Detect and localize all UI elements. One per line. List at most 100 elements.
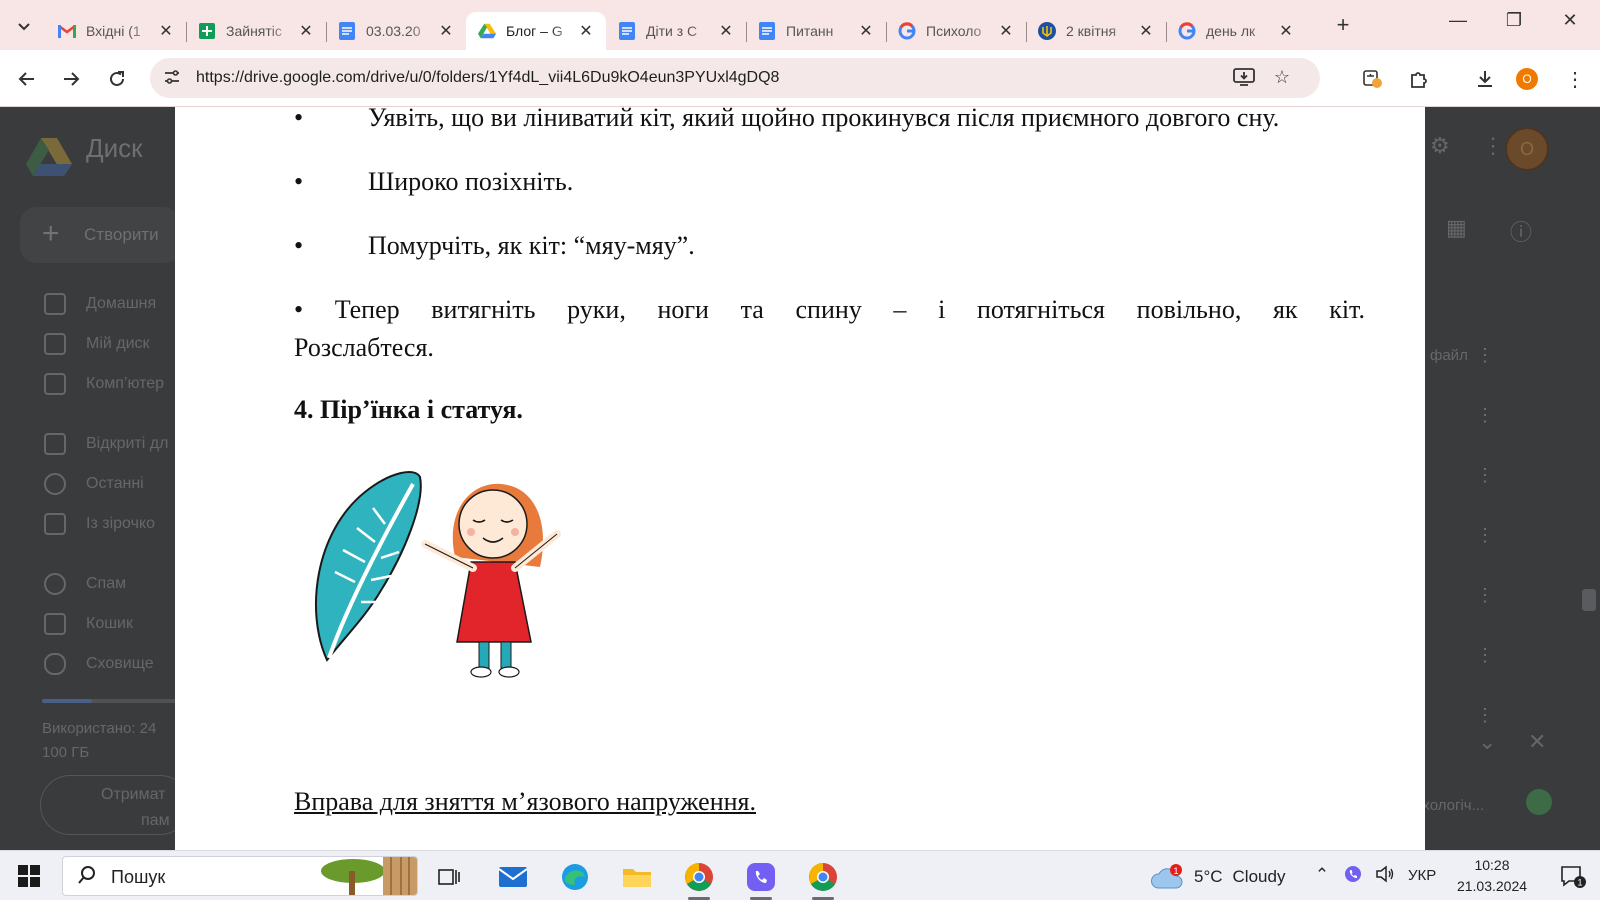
close-icon[interactable]: ✕: [158, 21, 174, 41]
install-app-icon[interactable]: [1232, 67, 1256, 92]
info-icon[interactable]: ⓘ: [1510, 215, 1532, 247]
search-icon: [77, 865, 97, 891]
reload-icon[interactable]: [102, 64, 132, 94]
drive-account-avatar[interactable]: O: [1505, 127, 1549, 171]
sidebar-item-spam[interactable]: Спам: [44, 573, 126, 595]
extensions-puzzle-icon[interactable]: [1404, 64, 1434, 94]
file-label: файл: [1430, 347, 1468, 364]
extension-translate-icon[interactable]: [1358, 64, 1388, 94]
weather-widget[interactable]: 1 5°C Cloudy: [1150, 863, 1285, 891]
task-view-icon[interactable]: [432, 860, 466, 894]
sidebar-item-label: Сховище: [86, 655, 154, 672]
system-clock[interactable]: 10:28 21.03.2024: [1452, 855, 1532, 897]
tab-title: Питанн: [786, 23, 834, 39]
chrome-icon[interactable]: [682, 860, 716, 894]
more-vert-icon[interactable]: ⋮: [1476, 645, 1494, 666]
edge-browser-icon[interactable]: [558, 860, 592, 894]
file-explorer-icon[interactable]: [620, 860, 654, 894]
tray-chevron-up-icon[interactable]: ⌃: [1312, 865, 1332, 885]
more-vert-icon[interactable]: ⋮: [1476, 405, 1494, 426]
mail-icon[interactable]: [496, 860, 530, 894]
profile-avatar[interactable]: O: [1516, 68, 1538, 90]
bullet: •: [294, 295, 304, 324]
scrollbar-thumb[interactable]: [1582, 589, 1596, 611]
tab-title: 2 квітня: [1066, 23, 1117, 39]
docs-icon: [758, 22, 776, 40]
notifications-icon[interactable]: 1: [1560, 865, 1586, 894]
list-item: • Уявіть, що ви ліниватий кіт, який щойно…: [294, 107, 1279, 133]
create-label: Створити: [84, 225, 159, 244]
more-vert-icon[interactable]: ⋮: [1476, 705, 1494, 726]
sidebar-item-storage[interactable]: Сховище: [44, 653, 154, 675]
tab-title: Блог – G: [506, 23, 563, 39]
clock-date: 21.03.2024: [1456, 878, 1528, 894]
sidebar-item-label: Останні: [86, 475, 144, 492]
forward-arrow-icon[interactable]: [56, 64, 86, 94]
windows-start-icon[interactable]: [18, 865, 40, 887]
sidebar-item-starred[interactable]: Із зірочко: [44, 513, 155, 535]
chevron-down-icon[interactable]: ⌄: [1478, 729, 1496, 755]
settings-gear-icon[interactable]: ⚙: [1430, 133, 1450, 159]
minimize-icon[interactable]: —: [1438, 10, 1478, 31]
tab-strip: Вхідні (1 ✕ Зайнятіс ✕ 03.03.20 ✕ Блог –…: [0, 0, 1600, 50]
close-icon[interactable]: ✕: [1278, 21, 1294, 41]
tab-docs-2[interactable]: Діти з С ✕: [606, 12, 746, 50]
restore-icon[interactable]: ❐: [1494, 10, 1534, 31]
volume-icon[interactable]: [1374, 865, 1396, 888]
close-icon[interactable]: ✕: [1138, 21, 1154, 41]
tab-google-2[interactable]: день лк ✕: [1166, 12, 1306, 50]
viber-tray-icon[interactable]: [1342, 865, 1364, 888]
get-storage-button[interactable]: Отримат пам: [40, 775, 190, 835]
bookmark-star-icon[interactable]: ☆: [1270, 67, 1294, 88]
tab-docs-1[interactable]: 03.03.20 ✕: [326, 12, 466, 50]
tab-search-button[interactable]: [10, 12, 38, 40]
create-button[interactable]: + Створити: [20, 207, 180, 263]
grid-view-icon[interactable]: ▦: [1446, 215, 1467, 241]
storage-bar: [42, 699, 182, 703]
tab-google-1[interactable]: Психоло ✕: [886, 12, 1026, 50]
bullet: •: [294, 231, 304, 260]
more-vert-icon[interactable]: ⋮: [1476, 345, 1494, 366]
browser-menu-icon[interactable]: ⋮: [1560, 64, 1590, 94]
windows-taskbar: Пошук 1 5°C Cloudy ⌃ УКР 10:28 21.03.202…: [0, 850, 1600, 900]
new-tab-button[interactable]: +: [1330, 12, 1356, 38]
download-icon[interactable]: [1470, 64, 1500, 94]
chrome-icon[interactable]: [806, 860, 840, 894]
close-icon[interactable]: ✕: [718, 21, 734, 41]
sidebar-item-computers[interactable]: Комп’ютер: [44, 373, 164, 395]
more-vert-icon[interactable]: ⋮: [1476, 465, 1494, 486]
address-bar[interactable]: https://drive.google.com/drive/u/0/folde…: [150, 58, 1320, 98]
close-icon[interactable]: ✕: [858, 21, 874, 41]
drive-icon: [478, 22, 496, 40]
tab-drive[interactable]: Блог – G ✕: [466, 12, 606, 50]
site-settings-icon[interactable]: [162, 68, 182, 88]
storage-bar-fill: [42, 699, 93, 703]
taskbar-search[interactable]: Пошук: [62, 856, 418, 896]
more-vert-icon[interactable]: ⋮: [1476, 585, 1494, 606]
sidebar-item-recent[interactable]: Останні: [44, 473, 144, 495]
viber-icon[interactable]: [744, 860, 778, 894]
tab-trident[interactable]: 2 квітня ✕: [1026, 12, 1166, 50]
close-icon[interactable]: ✕: [998, 21, 1014, 41]
tab-gmail[interactable]: Вхідні (1 ✕: [46, 12, 186, 50]
sidebar-item-trash[interactable]: Кошик: [44, 613, 133, 635]
tab-title: 03.03.20: [366, 23, 421, 39]
sidebar-item-home[interactable]: Домашня: [44, 293, 156, 315]
tab-sheets[interactable]: Зайнятіс ✕: [186, 12, 326, 50]
close-icon[interactable]: ✕: [1528, 729, 1546, 755]
chevron-down-icon: [18, 23, 30, 31]
tab-docs-3[interactable]: Питанн ✕: [746, 12, 886, 50]
sidebar-item-shared[interactable]: Відкриті дл: [44, 433, 168, 455]
more-vert-icon[interactable]: ⋮: [1476, 525, 1494, 546]
sidebar-item-label: Спам: [86, 575, 127, 592]
sidebar-item-my-drive[interactable]: Мій диск: [44, 333, 150, 355]
shared-users-icon: [44, 433, 66, 455]
close-icon[interactable]: ✕: [438, 21, 454, 41]
word: і: [938, 295, 946, 324]
back-arrow-icon[interactable]: [12, 64, 42, 94]
input-language[interactable]: УКР: [1408, 867, 1436, 884]
window-close-icon[interactable]: ✕: [1550, 10, 1590, 31]
close-icon[interactable]: ✕: [578, 21, 594, 41]
google-icon: [1178, 22, 1196, 40]
close-icon[interactable]: ✕: [298, 21, 314, 41]
